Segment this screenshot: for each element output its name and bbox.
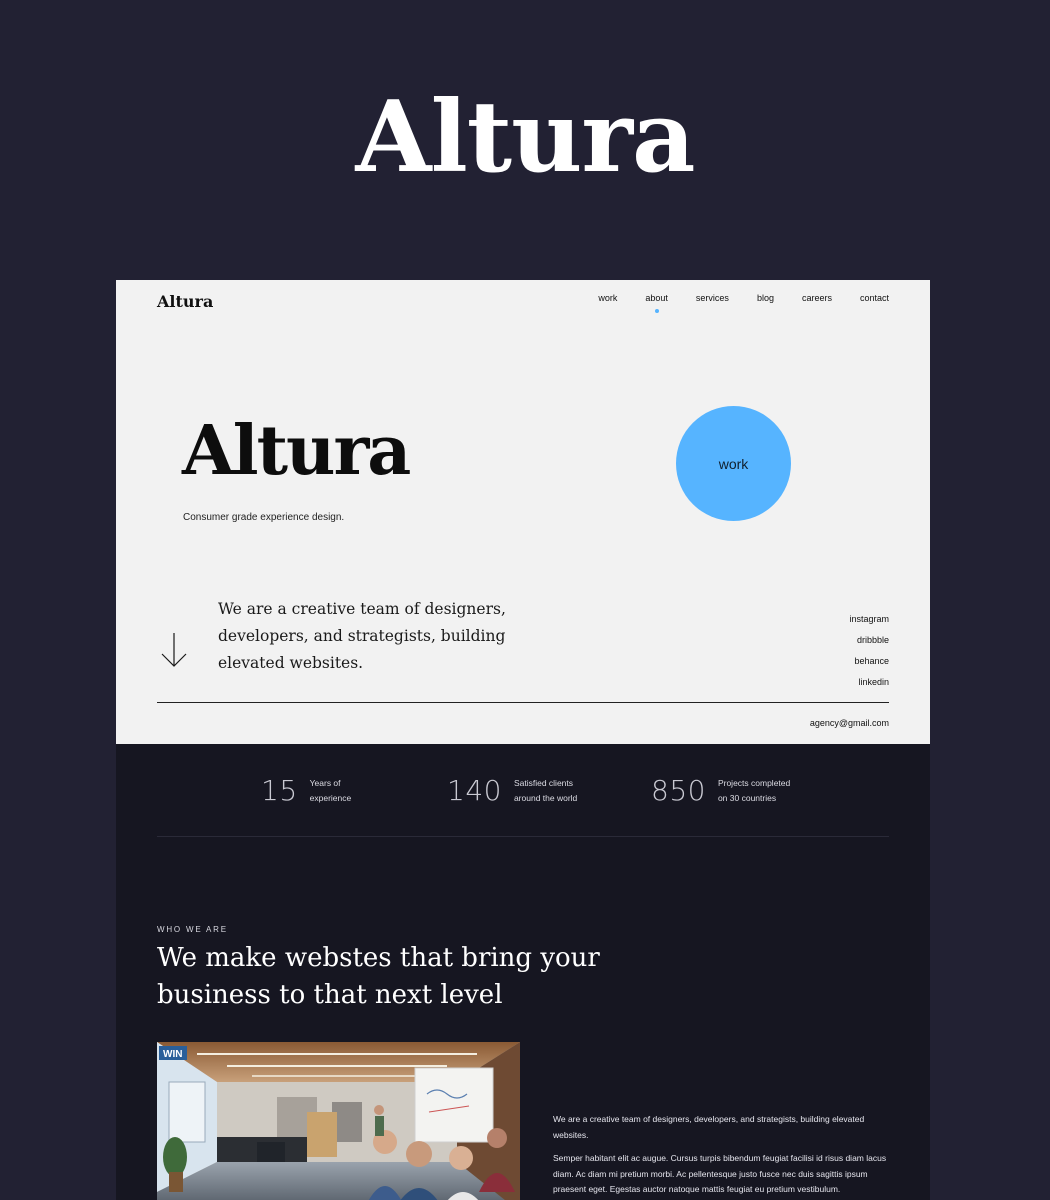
social-link-linkedin[interactable]: linkedin [849,672,889,693]
stat-number: 15 [261,774,298,807]
website-preview: Altura work about services blog careers … [116,280,930,1200]
about-paragraph: We are a creative team of designers, dev… [553,1114,865,1140]
work-circle-label: work [718,455,749,472]
stat-label: Satisfied clients around the world [514,776,604,806]
section-heading: We make webstes that bring your business… [157,943,600,1010]
stat-label-line: Satisfied clients [513,777,574,788]
divider [157,702,889,703]
stat-label: Years of experience [310,776,400,806]
stat-label-line: Years of [309,777,341,788]
nav-item-label: about [645,293,668,303]
showcase-title: Altura [355,80,696,195]
stat-projects: 850 Projects completed on 30 countries [651,774,808,807]
social-link-behance[interactable]: behance [849,651,889,672]
stat-clients: 140 Satisfied clients around the world [447,774,604,807]
stat-label-line: experience [309,792,352,803]
social-links: instagram dribbble behance linkedin [849,609,889,693]
hero-tagline: Consumer grade experience design. [183,512,345,523]
email-link[interactable]: agency@gmail.com [810,718,889,728]
nav-item-contact[interactable]: contact [860,293,889,303]
nav-item-about[interactable]: about [645,293,668,313]
divider [157,836,889,837]
hero-intro: We are a creative team of designers, dev… [218,600,506,672]
about-section: 15 Years of experience 140 Satisfied cli… [116,744,930,1200]
nav-item-careers[interactable]: careers [802,293,832,303]
about-body: We are a creative team of designers, dev… [553,1112,888,1200]
site-logo[interactable]: Altura [157,292,213,311]
stat-number: 140 [447,774,502,807]
stat-number: 850 [651,774,706,807]
section-eyebrow: WHO WE ARE [157,925,228,934]
about-paragraph: Semper habitant elit ac augue. Cursus tu… [553,1153,887,1194]
active-indicator [654,309,659,313]
stat-years: 15 Years of experience [261,774,400,807]
office-photo: WIN [157,1042,520,1200]
main-nav: work about services blog careers contact [570,293,889,313]
hero-section: Altura work about services blog careers … [116,280,930,744]
stat-label: Projects completed on 30 countries [718,776,808,806]
stat-label-line: Projects completed [717,777,791,788]
work-circle-button[interactable]: work [676,406,791,521]
social-link-dribbble[interactable]: dribbble [849,630,889,651]
arrow-down-icon[interactable] [159,632,189,668]
stat-label-line: on 30 countries [717,792,777,803]
photo-sign-text: WIN [163,1049,182,1060]
nav-item-services[interactable]: services [696,293,729,303]
nav-item-work[interactable]: work [598,293,617,303]
social-link-instagram[interactable]: instagram [849,609,889,630]
stat-label-line: around the world [513,792,578,803]
hero-title: Altura [182,411,411,491]
nav-item-blog[interactable]: blog [757,293,774,303]
